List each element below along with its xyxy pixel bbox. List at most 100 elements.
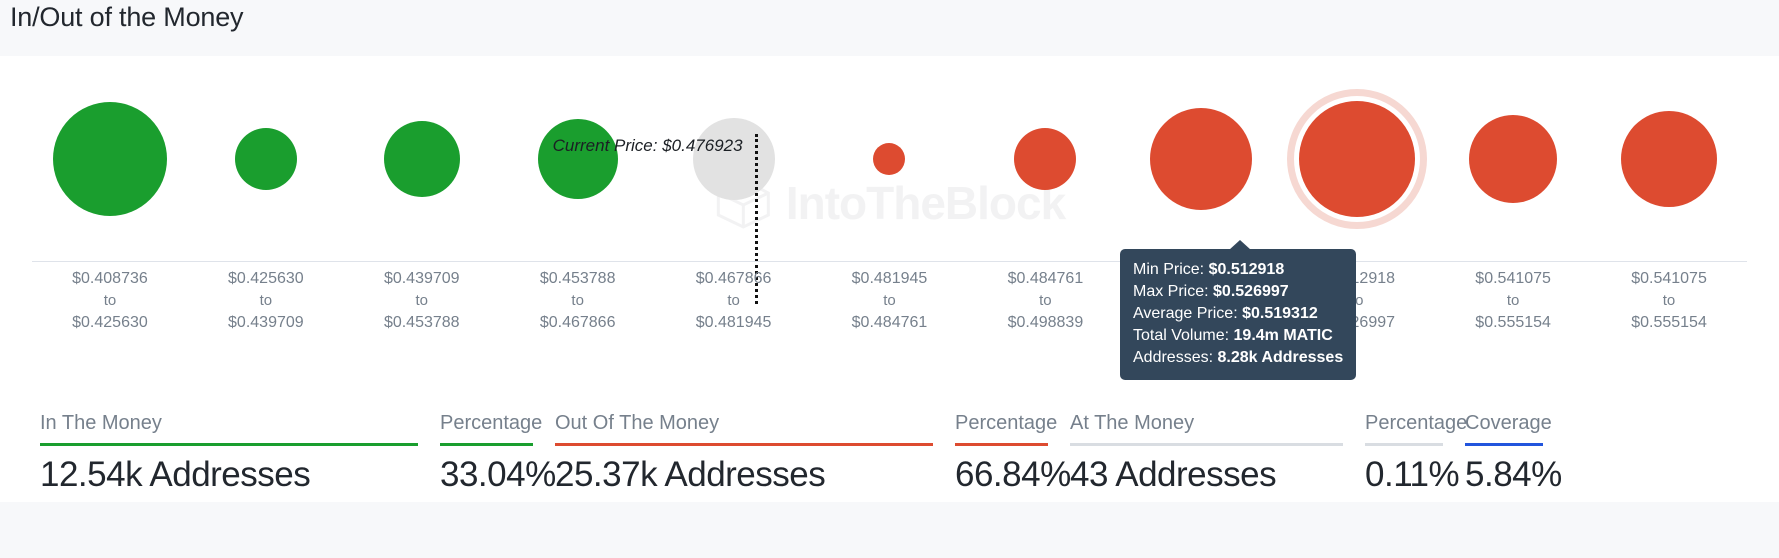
range-from: $0.541075 bbox=[1475, 270, 1551, 287]
price-bin-bubble[interactable] bbox=[344, 56, 500, 261]
range-to: $0.467866 bbox=[539, 314, 616, 331]
tooltip-average-price-value: $0.519312 bbox=[1242, 305, 1318, 322]
axis-line bbox=[32, 261, 1747, 262]
tooltip-max-price-value: $0.526997 bbox=[1213, 283, 1289, 300]
range-separator: to bbox=[571, 292, 584, 309]
tooltip-total-volume-label: Total Volume: bbox=[1133, 327, 1230, 344]
range-separator: to bbox=[1506, 292, 1520, 309]
price-bin-bubble[interactable] bbox=[812, 56, 968, 261]
stat-in-the-money: In The Money 12.54k Addresses bbox=[40, 412, 440, 495]
stat-underline bbox=[555, 443, 933, 446]
range-separator: to bbox=[727, 292, 740, 309]
tooltip-total-volume: Total Volume: 19.4m MATIC bbox=[1133, 325, 1343, 347]
tooltip-max-price-label: Max Price: bbox=[1133, 283, 1209, 300]
tooltip-average-price-label: Average Price: bbox=[1133, 305, 1238, 322]
range-to: $0.425630 bbox=[72, 314, 148, 331]
tooltip-average-price: Average Price: $0.519312 bbox=[1133, 303, 1343, 325]
stat-underline bbox=[1070, 443, 1343, 446]
price-bin-bubble[interactable] bbox=[1123, 56, 1279, 261]
range-separator: to bbox=[883, 292, 896, 309]
stat-coverage: Coverage 5.84% bbox=[1465, 412, 1565, 495]
tooltip-min-price: Min Price: $0.512918 bbox=[1133, 259, 1343, 281]
stat-label: Out Of The Money bbox=[555, 412, 720, 434]
price-bin-bubble[interactable] bbox=[656, 56, 812, 261]
bubble-out[interactable] bbox=[1014, 127, 1077, 190]
stat-label: At The Money bbox=[1070, 412, 1195, 434]
bubble-in[interactable] bbox=[234, 127, 297, 190]
bubble-in[interactable] bbox=[383, 120, 460, 197]
range-to: $0.555154 bbox=[1631, 314, 1707, 331]
price-bin-bubble[interactable] bbox=[500, 56, 656, 261]
range-to: $0.439709 bbox=[228, 314, 304, 331]
current-price-label: Current Price: $0.476923 bbox=[552, 136, 743, 155]
tooltip-addresses-value: 8.28k Addresses bbox=[1217, 349, 1344, 366]
bin-tooltip: Min Price: $0.512918 Max Price: $0.52699… bbox=[1120, 240, 1356, 380]
stat-percentage: Percentage 33.04% bbox=[440, 412, 556, 495]
price-range-label: $0.484761 to $0.498839 bbox=[967, 268, 1123, 334]
range-to: $0.555154 bbox=[1475, 314, 1551, 331]
stat-label: In The Money bbox=[40, 412, 162, 434]
range-to: $0.453788 bbox=[383, 314, 460, 331]
range-from: $0.541075 bbox=[1631, 270, 1707, 287]
range-to: $0.484761 bbox=[851, 314, 928, 331]
stat-at-the-money: At The Money 43 Addresses bbox=[1070, 412, 1365, 495]
stat-label: Percentage bbox=[1365, 412, 1468, 434]
tooltip-arrow-icon bbox=[1229, 240, 1251, 250]
bubble-out[interactable] bbox=[1299, 100, 1416, 217]
price-range-label: $0.425630 to $0.439709 bbox=[188, 268, 344, 334]
stat-percentage: Percentage 66.84% bbox=[955, 412, 1071, 495]
chart-card: IntoTheBlock Current Price: $0.476923 $0… bbox=[0, 56, 1779, 502]
stat-underline bbox=[955, 443, 1048, 446]
stat-underline bbox=[40, 443, 418, 446]
stat-value: 5.84% bbox=[1465, 455, 1562, 494]
bubble-row bbox=[0, 56, 1779, 261]
range-separator: to bbox=[103, 292, 117, 309]
stat-value: 33.04% bbox=[440, 455, 556, 494]
bubble-plot: IntoTheBlock Current Price: $0.476923 bbox=[0, 56, 1779, 304]
bubble-out[interactable] bbox=[1621, 110, 1718, 207]
tooltip-addresses-label: Addresses: bbox=[1133, 349, 1214, 366]
bubble-out[interactable] bbox=[1150, 107, 1253, 210]
stat-label: Percentage bbox=[955, 412, 1058, 434]
range-from: $0.467866 bbox=[695, 270, 772, 287]
price-range-label: $0.408736 to $0.425630 bbox=[32, 268, 188, 334]
summary-stats: In The Money 12.54k Addresses Percentage 33… bbox=[0, 412, 1779, 558]
range-to: $0.481945 bbox=[695, 314, 772, 331]
range-from: $0.439709 bbox=[383, 270, 460, 287]
price-range-label: $0.541075 to $0.555154 bbox=[1591, 268, 1747, 334]
stat-label: Percentage bbox=[440, 412, 543, 434]
stat-value: 43 Addresses bbox=[1070, 455, 1277, 494]
price-bin-bubble[interactable] bbox=[1435, 56, 1591, 261]
tooltip-addresses: Addresses: 8.28k Addresses bbox=[1133, 347, 1343, 369]
axis-labels: $0.408736 to $0.425630 $0.425630 to $0.439709… bbox=[0, 268, 1779, 338]
price-bin-bubble[interactable] bbox=[1591, 56, 1747, 261]
bubble-in[interactable] bbox=[537, 118, 618, 199]
range-from: $0.484761 bbox=[1007, 270, 1084, 287]
range-separator: to bbox=[1039, 292, 1052, 309]
stat-underline bbox=[440, 443, 533, 446]
bubble-at[interactable] bbox=[692, 117, 775, 200]
price-range-label: $0.541075 to $0.555154 bbox=[1435, 268, 1591, 334]
stat-label: Coverage bbox=[1465, 412, 1552, 434]
price-range-label: $0.453788 to $0.467866 bbox=[500, 268, 656, 334]
price-bin-bubble[interactable] bbox=[967, 56, 1123, 261]
price-bin-bubble[interactable] bbox=[1279, 56, 1435, 261]
range-from: $0.425630 bbox=[228, 270, 304, 287]
range-from: $0.453788 bbox=[539, 270, 616, 287]
stat-out-of-the-money: Out Of The Money 25.37k Addresses bbox=[555, 412, 955, 495]
bubble-in[interactable] bbox=[52, 101, 167, 216]
stat-underline bbox=[1365, 443, 1443, 446]
stat-percentage: Percentage 0.11% bbox=[1365, 412, 1468, 495]
price-range-label: $0.481945 to $0.484761 bbox=[812, 268, 968, 334]
range-separator: to bbox=[1662, 292, 1676, 309]
tooltip-total-volume-value: 19.4m MATIC bbox=[1233, 327, 1333, 344]
price-bin-bubble[interactable] bbox=[188, 56, 344, 261]
range-separator: to bbox=[415, 292, 429, 309]
tooltip-max-price: Max Price: $0.526997 bbox=[1133, 281, 1343, 303]
bubble-out[interactable] bbox=[1469, 114, 1558, 203]
range-to: $0.498839 bbox=[1007, 314, 1084, 331]
bubble-out[interactable] bbox=[873, 142, 906, 175]
price-bin-bubble[interactable] bbox=[32, 56, 188, 261]
stat-value: 66.84% bbox=[955, 455, 1071, 494]
tooltip-min-price-value: $0.512918 bbox=[1208, 261, 1285, 278]
